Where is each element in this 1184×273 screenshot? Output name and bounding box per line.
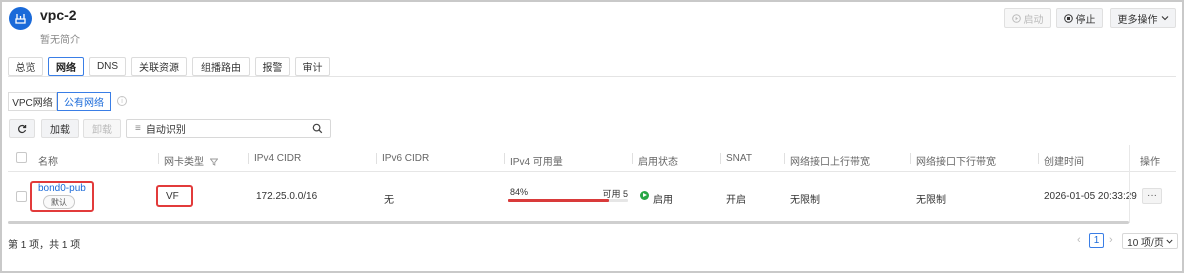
page-number-button[interactable]: 1 — [1089, 233, 1104, 248]
up-bandwidth-value: 无限制 — [790, 195, 820, 206]
unload-button[interactable]: 卸载 — [83, 119, 121, 138]
table-row: bond0-pub 默认 VF 172.25.0.0/16 无 84% 可用 5… — [8, 173, 1176, 219]
chevron-down-icon — [1166, 239, 1173, 244]
table-header: 名称 网卡类型 IPv4 CIDR IPv6 CIDR IPv4 可用量 启用状… — [8, 145, 1176, 172]
snat-value: 开启 — [726, 195, 746, 206]
column-header-nic-type-label: 网卡类型 — [164, 157, 204, 168]
down-bandwidth-value: 无限制 — [916, 195, 946, 206]
filter-funnel-icon[interactable] — [209, 158, 219, 167]
start-button[interactable]: 启动 — [1004, 8, 1051, 28]
ipv4-usage-bar — [508, 199, 628, 202]
column-header-ipv4-usage[interactable]: IPv4 可用量 — [504, 153, 563, 168]
tab-related-resources[interactable]: 关联资源 — [131, 57, 187, 76]
filter-value: 自动识别 — [145, 125, 186, 136]
play-circle-icon — [1011, 13, 1021, 23]
stop-button[interactable]: 停止 — [1056, 8, 1103, 28]
chevron-down-icon — [1161, 16, 1168, 21]
more-actions-label: 更多操作 — [1117, 14, 1158, 26]
ipv4-usage-percent: 84% — [510, 187, 529, 197]
row-checkbox[interactable] — [16, 191, 27, 202]
tab-bar: 总览 网络 DNS 关联资源 组播路由 报警 审计 — [8, 57, 330, 76]
status-value: 启用 — [653, 195, 673, 206]
column-header-down-bandwidth[interactable]: 网络接口下行带宽 — [910, 153, 996, 168]
column-header-ipv4-cidr[interactable]: IPv4 CIDR — [247, 153, 301, 164]
column-header-snat[interactable]: SNAT — [720, 153, 752, 164]
tab-audit[interactable]: 审计 — [295, 57, 330, 76]
tab-multicast-routing[interactable]: 组播路由 — [192, 57, 250, 76]
column-header-nic-type[interactable]: 网卡类型 — [158, 153, 219, 168]
tab-divider — [8, 76, 1176, 77]
tab-overview[interactable]: 总览 — [8, 57, 43, 76]
created-time-value: 2026-01-05 20:33:29 — [1044, 191, 1137, 202]
tab-network[interactable]: 网络 — [48, 57, 84, 76]
pagination-summary: 第 1 项，共 1 项 — [8, 240, 81, 251]
filter-search-input[interactable]: ≡ 自动识别 — [126, 119, 331, 138]
network-type-switch: VPC网络 公有网络 — [8, 92, 111, 111]
stop-button-label: 停止 — [1075, 14, 1096, 26]
column-header-created[interactable]: 创建时间 — [1038, 153, 1084, 168]
tab-dns[interactable]: DNS — [89, 57, 126, 76]
fixed-column-divider — [1129, 145, 1130, 223]
column-header-ipv6-cidr[interactable]: IPv6 CIDR — [375, 153, 429, 164]
network-name-link[interactable]: bond0-pub — [38, 183, 86, 194]
ipv4-usage-bar-fill — [508, 199, 609, 202]
next-page-icon[interactable]: › — [1109, 234, 1113, 246]
load-button[interactable]: 加载 — [41, 119, 79, 138]
ipv4-cidr-value: 172.25.0.0/16 — [256, 191, 318, 202]
refresh-button[interactable] — [9, 119, 35, 138]
column-header-name[interactable]: 名称 — [38, 153, 58, 168]
page-size-value: 10 项/页 — [1127, 237, 1164, 249]
column-header-actions: 操作 — [1140, 157, 1160, 168]
column-header-up-bandwidth[interactable]: 网络接口上行带宽 — [784, 153, 870, 168]
horizontal-scrollbar[interactable] — [8, 221, 1129, 224]
more-actions-button[interactable]: 更多操作 — [1110, 8, 1176, 28]
enabled-status-icon — [640, 191, 649, 200]
vpc-avatar-icon — [9, 7, 32, 30]
select-all-checkbox[interactable] — [16, 152, 27, 163]
search-icon[interactable] — [312, 123, 323, 134]
default-badge: 默认 — [43, 195, 75, 209]
page-size-select[interactable]: 10 项/页 — [1122, 233, 1178, 249]
nic-type-value: VF — [166, 191, 179, 202]
subtab-public-network[interactable]: 公有网络 — [57, 92, 111, 111]
start-button-label: 启动 — [1023, 14, 1044, 26]
refresh-icon — [18, 124, 27, 133]
column-header-status[interactable]: 启用状态 — [632, 153, 678, 168]
prev-page-icon[interactable]: ‹ — [1077, 234, 1081, 246]
stop-circle-icon — [1063, 13, 1073, 23]
tab-alarm[interactable]: 报警 — [255, 57, 290, 76]
page-title: vpc-2 — [40, 7, 77, 23]
page-subtitle: 暂无简介 — [40, 35, 80, 46]
info-icon[interactable]: i — [117, 96, 127, 106]
row-more-actions-button[interactable]: ··· — [1142, 188, 1162, 204]
subtab-vpc-network[interactable]: VPC网络 — [8, 92, 57, 111]
ipv6-cidr-value: 无 — [384, 195, 394, 206]
filter-icon: ≡ — [135, 123, 141, 134]
